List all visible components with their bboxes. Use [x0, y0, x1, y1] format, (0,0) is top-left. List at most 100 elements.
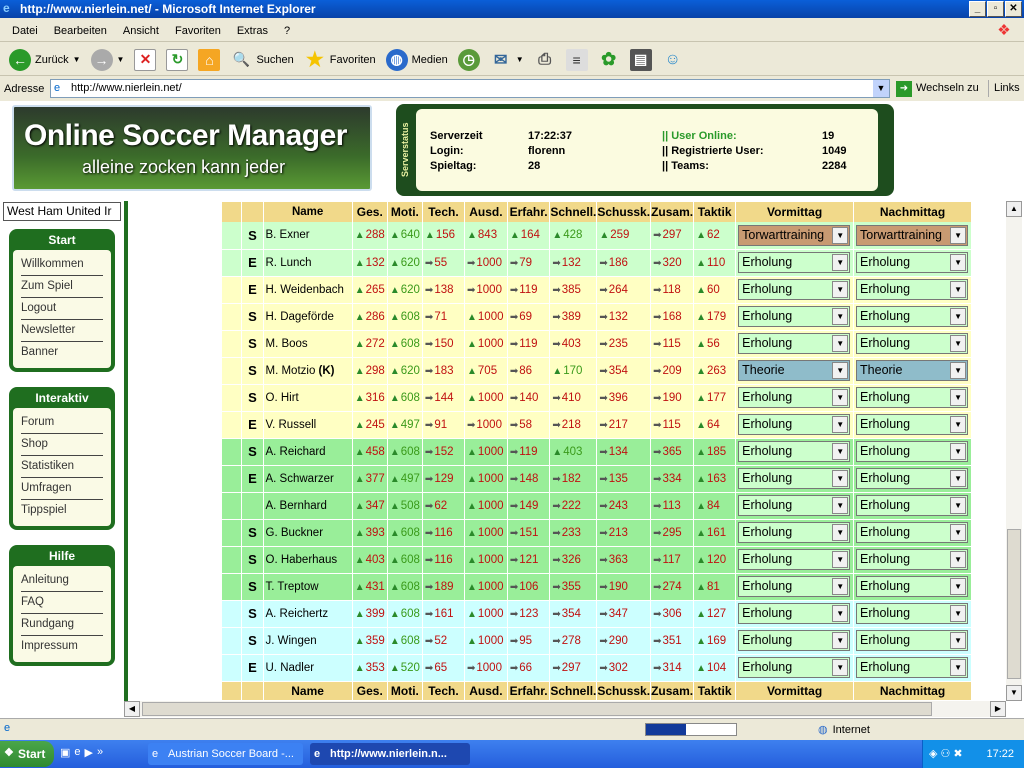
afternoon-training-select[interactable]: Erholung ▼	[856, 522, 969, 543]
icq-button[interactable]: ✿	[593, 46, 625, 74]
player-name[interactable]: H. Dageförde	[263, 303, 353, 331]
network-icon[interactable]: ⚇	[940, 740, 950, 768]
more-chevron-icon[interactable]: »	[97, 746, 103, 759]
player-name[interactable]: A. Schwarzer	[263, 465, 353, 493]
player-name[interactable]: O. Haberhaus	[263, 546, 353, 574]
stop-button[interactable]: ✕	[129, 46, 161, 74]
afternoon-training-select[interactable]: Erholung ▼	[856, 630, 969, 651]
home-button[interactable]: ⌂	[193, 46, 225, 74]
nav-impressum[interactable]: Impressum	[21, 636, 103, 658]
morning-training-select[interactable]: Erholung ▼	[738, 414, 851, 435]
winrar-button[interactable]: ▤	[625, 46, 657, 74]
morning-training-select[interactable]: Erholung ▼	[738, 306, 851, 327]
team-select[interactable]: West Ham United Ir	[3, 202, 121, 221]
player-name[interactable]: H. Weidenbach	[263, 276, 353, 304]
address-dropdown[interactable]: ▼	[873, 80, 889, 97]
afternoon-training-select[interactable]: Erholung ▼	[856, 279, 969, 300]
nav-newsletter[interactable]: Newsletter	[21, 320, 103, 342]
tray-icon[interactable]: ◈	[929, 740, 937, 768]
player-name[interactable]: T. Treptow	[263, 573, 353, 601]
vertical-scrollbar[interactable]: ▲ ▼	[1006, 201, 1022, 701]
menu-ansicht[interactable]: Ansicht	[115, 25, 167, 37]
refresh-button[interactable]: ↻	[161, 46, 193, 74]
morning-training-select[interactable]: Erholung ▼	[738, 576, 851, 597]
back-button[interactable]: ← Zurück ▼	[4, 46, 86, 74]
nav-zum-spiel[interactable]: Zum Spiel	[21, 276, 103, 298]
morning-training-select[interactable]: Erholung ▼	[738, 522, 851, 543]
morning-training-select[interactable]: Erholung ▼	[738, 252, 851, 273]
edit-button[interactable]: ≡	[561, 46, 593, 74]
afternoon-training-select[interactable]: Erholung ▼	[856, 387, 969, 408]
afternoon-training-select[interactable]: Erholung ▼	[856, 306, 969, 327]
afternoon-training-select[interactable]: Torwarttraining ▼	[856, 224, 969, 246]
afternoon-training-select[interactable]: Erholung ▼	[856, 657, 969, 678]
vertical-scroll-thumb[interactable]	[1007, 529, 1021, 679]
messenger-button[interactable]: ☺	[657, 46, 689, 74]
afternoon-training-select[interactable]: Theorie ▼	[856, 360, 969, 381]
menu-help[interactable]: ?	[276, 25, 298, 37]
menu-favoriten[interactable]: Favoriten	[167, 25, 229, 37]
player-name[interactable]: A. Bernhard	[263, 492, 353, 520]
morning-training-select[interactable]: Erholung ▼	[738, 279, 851, 300]
task-nierlein[interactable]: e http://www.nierlein.n...	[310, 743, 470, 765]
scroll-left-button[interactable]: ◀	[124, 701, 140, 717]
forward-button[interactable]: → ▼	[86, 46, 130, 74]
nav-tippspiel[interactable]: Tippspiel	[21, 500, 103, 522]
nav-anleitung[interactable]: Anleitung	[21, 570, 103, 592]
nav-faq[interactable]: FAQ	[21, 592, 103, 614]
site-banner[interactable]: Online Soccer Manager alleine zocken kan…	[12, 105, 372, 191]
start-button[interactable]: ❖ Start	[0, 741, 54, 767]
morning-training-select[interactable]: Erholung ▼	[738, 468, 851, 489]
player-name[interactable]: M. Boos	[263, 330, 353, 358]
player-name[interactable]: A. Reichertz	[263, 600, 353, 628]
afternoon-training-select[interactable]: Erholung ▼	[856, 576, 969, 597]
player-name[interactable]: O. Hirt	[263, 384, 353, 412]
morning-training-select[interactable]: Erholung ▼	[738, 603, 851, 624]
nav-willkommen[interactable]: Willkommen	[21, 254, 103, 276]
player-name[interactable]: U. Nadler	[263, 654, 353, 682]
horizontal-scroll-thumb[interactable]	[142, 702, 932, 716]
afternoon-training-select[interactable]: Erholung ▼	[856, 468, 969, 489]
nav-statistiken[interactable]: Statistiken	[21, 456, 103, 478]
address-input[interactable]: e http://www.nierlein.net/ ▼	[50, 79, 890, 98]
minimize-button[interactable]: _	[969, 1, 986, 17]
afternoon-training-select[interactable]: Erholung ▼	[856, 549, 969, 570]
tray-alert-icon[interactable]: ✖	[953, 740, 962, 768]
close-button[interactable]: ✕	[1005, 1, 1022, 17]
favorites-button[interactable]: ★ Favoriten	[299, 46, 381, 74]
nav-rundgang[interactable]: Rundgang	[21, 614, 103, 636]
menu-extras[interactable]: Extras	[229, 25, 276, 37]
scroll-down-button[interactable]: ▼	[1006, 685, 1022, 701]
mail-button[interactable]: ✉ ▼	[485, 46, 529, 74]
morning-training-select[interactable]: Erholung ▼	[738, 333, 851, 354]
print-button[interactable]: ⎙	[529, 46, 561, 74]
menu-bearbeiten[interactable]: Bearbeiten	[46, 25, 115, 37]
desktop-icon[interactable]: ▣	[60, 746, 70, 759]
morning-training-select[interactable]: Theorie ▼	[738, 360, 851, 381]
morning-training-select[interactable]: Erholung ▼	[738, 657, 851, 678]
player-name[interactable]: B. Exner	[263, 222, 353, 250]
nav-logout[interactable]: Logout	[21, 298, 103, 320]
search-button[interactable]: 🔍 Suchen	[225, 46, 298, 74]
morning-training-select[interactable]: Erholung ▼	[738, 387, 851, 408]
ie-quicklaunch-icon[interactable]: e	[74, 746, 80, 759]
player-name[interactable]: M. Motzio (K)	[263, 357, 353, 385]
morning-training-select[interactable]: Erholung ▼	[738, 549, 851, 570]
morning-training-select[interactable]: Erholung ▼	[738, 495, 851, 516]
morning-training-select[interactable]: Erholung ▼	[738, 441, 851, 462]
afternoon-training-select[interactable]: Erholung ▼	[856, 495, 969, 516]
scroll-right-button[interactable]: ▶	[990, 701, 1006, 717]
morning-training-select[interactable]: Erholung ▼	[738, 630, 851, 651]
media-button[interactable]: ◍ Medien	[381, 46, 453, 74]
afternoon-training-select[interactable]: Erholung ▼	[856, 414, 969, 435]
window-titlebar[interactable]: e http://www.nierlein.net/ - Microsoft I…	[0, 0, 1024, 18]
horizontal-scrollbar[interactable]: ◀ ▶	[124, 701, 1006, 717]
nav-umfragen[interactable]: Umfragen	[21, 478, 103, 500]
afternoon-training-select[interactable]: Erholung ▼	[856, 333, 969, 354]
player-name[interactable]: V. Russell	[263, 411, 353, 439]
scroll-up-button[interactable]: ▲	[1006, 201, 1022, 217]
afternoon-training-select[interactable]: Erholung ▼	[856, 441, 969, 462]
nav-shop[interactable]: Shop	[21, 434, 103, 456]
player-name[interactable]: A. Reichard	[263, 438, 353, 466]
afternoon-training-select[interactable]: Erholung ▼	[856, 603, 969, 624]
